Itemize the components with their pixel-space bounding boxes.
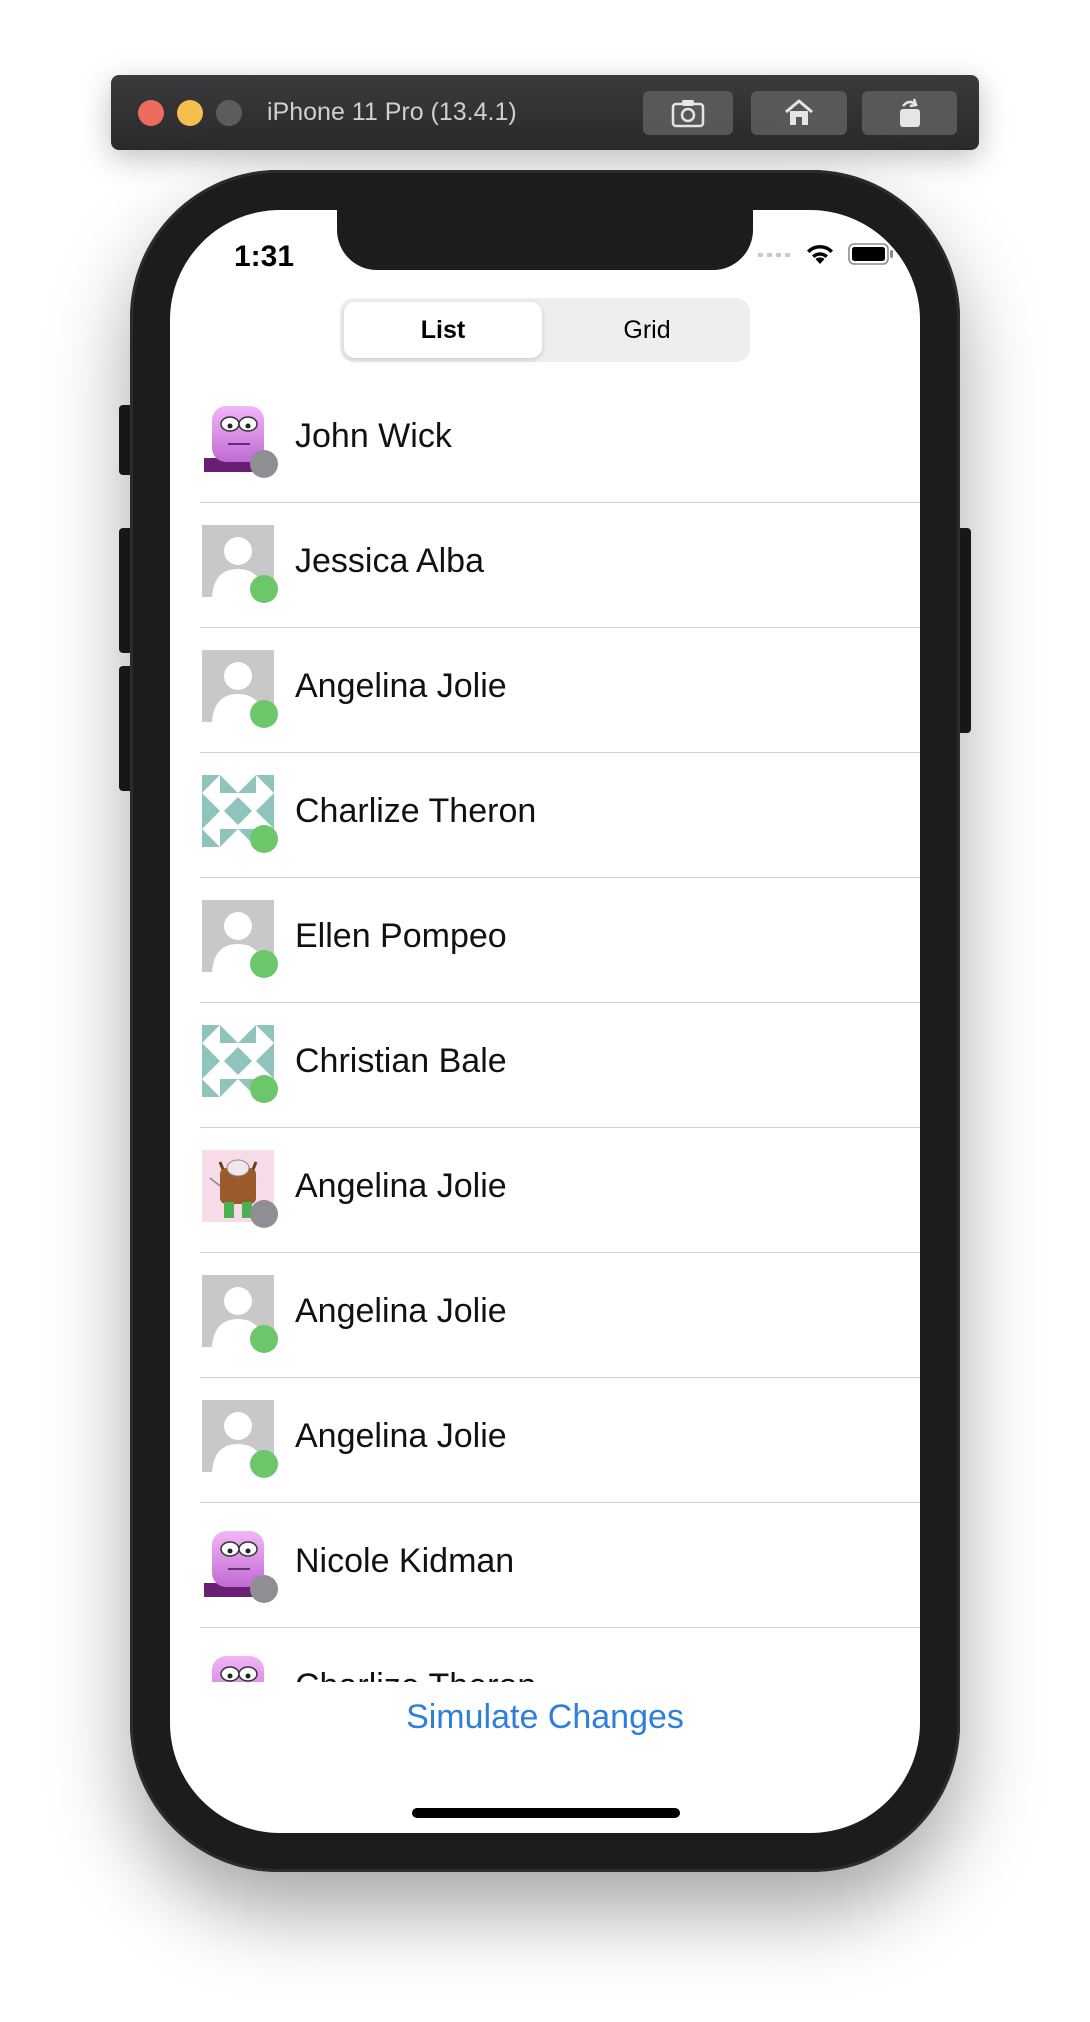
- online-status-dot: [250, 1450, 278, 1478]
- status-icons: [758, 242, 894, 266]
- contact-name: Angelina Jolie: [295, 1167, 507, 1205]
- offline-status-dot: [250, 1575, 278, 1603]
- online-status-dot: [250, 950, 278, 978]
- contact-name: John Wick: [295, 417, 452, 455]
- home-icon: [785, 99, 813, 125]
- avatar-container: [202, 1650, 274, 1682]
- close-window-button[interactable]: [138, 100, 164, 126]
- avatar-container: [202, 775, 278, 853]
- screenshot-icon: [671, 100, 705, 128]
- contact-name: Christian Bale: [295, 1042, 507, 1080]
- status-time: 1:31: [234, 240, 295, 273]
- screenshot-button[interactable]: [643, 91, 733, 135]
- contact-row[interactable]: Angelina Jolie: [170, 1253, 920, 1378]
- offline-status-dot: [250, 1200, 278, 1228]
- stage: iPhone 11 Pro (13.4.1) 1:31 List Grid Jo…: [0, 0, 1090, 2022]
- simulator-title-bar: iPhone 11 Pro (13.4.1): [111, 75, 979, 150]
- contact-name: Jessica Alba: [295, 542, 484, 580]
- contact-name: Charlize Theron: [295, 1628, 536, 1682]
- contact-name: Ellen Pompeo: [295, 917, 507, 955]
- simulator-title: iPhone 11 Pro (13.4.1): [267, 98, 517, 126]
- contact-name: Angelina Jolie: [295, 1417, 507, 1455]
- phone-screen: 1:31 List Grid John Wick Jessica Alba An…: [170, 210, 920, 1833]
- notch: [337, 210, 753, 270]
- minimize-window-button[interactable]: [177, 100, 203, 126]
- contact-row[interactable]: Angelina Jolie: [170, 1378, 920, 1503]
- contact-row[interactable]: John Wick: [170, 378, 920, 503]
- contact-row[interactable]: Angelina Jolie: [170, 628, 920, 753]
- avatar-container: [202, 400, 278, 478]
- simulate-changes-button[interactable]: Simulate Changes: [170, 1698, 920, 1737]
- contact-name: Angelina Jolie: [295, 1292, 507, 1330]
- online-status-dot: [250, 1325, 278, 1353]
- avatar-container: [202, 1275, 278, 1353]
- online-status-dot: [250, 700, 278, 728]
- avatar-container: [202, 1525, 278, 1603]
- contact-name: Angelina Jolie: [295, 667, 507, 705]
- avatar-container: [202, 1150, 278, 1228]
- view-mode-segmented-control: List Grid: [340, 298, 750, 362]
- contact-name: Charlize Theron: [295, 792, 537, 830]
- signal-icon: [758, 253, 790, 257]
- segment-grid[interactable]: Grid: [548, 302, 746, 358]
- battery-icon: [848, 243, 893, 265]
- home-indicator: [412, 1808, 680, 1818]
- contact-row[interactable]: Nicole Kidman: [170, 1503, 920, 1628]
- online-status-dot: [250, 1075, 278, 1103]
- zoom-window-button[interactable]: [216, 100, 242, 126]
- offline-status-dot: [250, 450, 278, 478]
- contact-row[interactable]: Jessica Alba: [170, 503, 920, 628]
- avatar-container: [202, 1025, 278, 1103]
- contact-row[interactable]: Charlize Theron: [170, 1628, 920, 1682]
- contact-list[interactable]: John Wick Jessica Alba Angelina Jolie Charl…: [170, 378, 920, 1682]
- contact-row[interactable]: Christian Bale: [170, 1003, 920, 1128]
- avatar-container: [202, 650, 278, 728]
- wifi-icon: [807, 244, 833, 264]
- contact-row[interactable]: Charlize Theron: [170, 753, 920, 878]
- online-status-dot: [250, 575, 278, 603]
- avatar-container: [202, 1400, 278, 1478]
- online-status-dot: [250, 825, 278, 853]
- contact-name: Nicole Kidman: [295, 1542, 515, 1580]
- rotate-button[interactable]: [862, 91, 957, 135]
- home-button[interactable]: [751, 91, 847, 135]
- rotate-icon: [899, 98, 920, 127]
- avatar-container: [202, 900, 278, 978]
- contact-row[interactable]: Angelina Jolie: [170, 1128, 920, 1253]
- contact-row[interactable]: Ellen Pompeo: [170, 878, 920, 1003]
- segment-list[interactable]: List: [344, 302, 542, 358]
- avatar: [202, 1650, 274, 1682]
- avatar-container: [202, 525, 278, 603]
